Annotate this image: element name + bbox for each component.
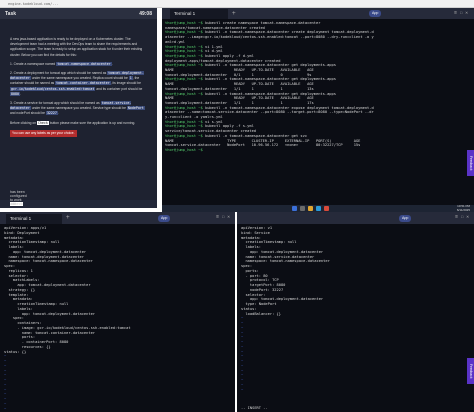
task-description: A new java-based application is ready to… xyxy=(0,19,157,138)
command-text: kubectl -n tomcat-namespace-datacenter g… xyxy=(202,133,308,138)
window-controls-icon[interactable]: ≡ ☐ ✕ xyxy=(455,212,469,224)
service-type-code: NodePort xyxy=(126,106,145,111)
editor-right-window[interactable]: App ≡ ☐ ✕ apiVersion: v1 kind: Service met… xyxy=(237,212,474,412)
command-text: kubectl -n tomcat-namespace-datacenter g… xyxy=(202,63,336,68)
new-tab-icon[interactable]: + xyxy=(232,8,236,19)
footer-suffix: has been configured to work with xyxy=(10,190,27,206)
shell-prompt: thor@jump_host ~$ xyxy=(165,53,203,58)
shell-prompt: thor@jump_host ~$ xyxy=(165,124,203,129)
task-intro: A new java-based application is ready to… xyxy=(10,37,143,57)
task-header: Task 49:08 xyxy=(0,8,157,19)
command-text: vi d.yml xyxy=(202,49,223,54)
namespace-code: tomcat-namespace-datacenter xyxy=(56,61,112,66)
terminal-top-output[interactable]: thor@jump_host ~$ kubectl create namespa… xyxy=(162,19,474,153)
task-check-instructions: Before clicking on Check button please m… xyxy=(10,120,136,125)
command-text: vi s.yml xyxy=(202,119,223,124)
taskbar-clock[interactable]: 10:51 PM 6/11/2025 xyxy=(457,204,470,212)
tab-terminal-1[interactable]: Terminal 1 xyxy=(6,214,62,224)
editor-right-tabbar: App ≡ ☐ ✕ xyxy=(237,212,474,224)
check-button-ref: Check xyxy=(36,120,49,125)
editor-left-tabbar: Terminal 1 + App ≡ ☐ ✕ xyxy=(0,212,235,224)
windows-start-icon[interactable] xyxy=(292,206,297,211)
task-step-2: 2. Create a deployment for tomcat app wh… xyxy=(10,71,144,96)
command-text: vi 1.yml xyxy=(202,44,223,49)
shell-prompt: thor@jump_host ~$ xyxy=(165,30,203,35)
task-step-1: 1. Create a namespace named tomcat-names… xyxy=(10,61,113,66)
task-note: You can use any labels as per your choic… xyxy=(10,129,77,138)
command-text xyxy=(203,148,205,152)
file-explorer-icon[interactable] xyxy=(308,206,313,211)
task-title: Task xyxy=(5,10,17,17)
browser-icon[interactable] xyxy=(316,206,321,211)
image-code: gcr.io/kodekloud/centos-ssh-enabled:tomc… xyxy=(10,86,96,91)
new-tab-icon[interactable]: + xyxy=(66,212,70,224)
feedback-button[interactable]: Feedback xyxy=(467,150,474,176)
port-code: 8080 xyxy=(10,91,20,96)
app-button[interactable]: App xyxy=(158,215,171,222)
shell-prompt: thor@jump_host ~$ xyxy=(165,147,203,152)
terminal-line: thor@jump_host ~$ xyxy=(165,148,471,153)
command-text: kubectl -n tomcat-namespace-datacenter e… xyxy=(202,105,374,110)
terminal-top-window[interactable]: Terminal 1 + App ≡ ☐ ✕ thor@jump_host ~$… xyxy=(162,8,474,205)
editor-left-window[interactable]: Terminal 1 + App ≡ ☐ ✕ apiVersion: apps/… xyxy=(0,212,235,412)
task-timer: 49:08 xyxy=(139,10,152,17)
feedback-button[interactable]: Feedback xyxy=(467,358,474,384)
command-text: kubectl -n tomcat-namespace-datacenter g… xyxy=(202,77,336,82)
shell-prompt: thor@jump_host ~$ xyxy=(165,133,203,138)
command-text: kubectl create namespace tomcat-namespac… xyxy=(202,21,321,25)
window-controls-icon[interactable]: ≡ ☐ ✕ xyxy=(454,8,468,19)
search-icon[interactable] xyxy=(300,206,305,211)
task-footer: Note: kubectl has been configured to wor… xyxy=(0,190,157,208)
app-icon[interactable] xyxy=(324,206,329,211)
taskbar: 10:51 PM 6/11/2025 xyxy=(162,204,474,212)
tab-terminal-1[interactable]: Terminal 1 xyxy=(170,9,228,19)
nodeport-code: 32227 xyxy=(45,111,58,116)
editor-right-content[interactable]: apiVersion: v1 kind: Service metadata: cre… xyxy=(237,224,474,392)
shell-prompt: thor@jump_host ~$ xyxy=(165,21,203,25)
vim-status-line: -- INSERT -- xyxy=(241,406,268,410)
shell-prompt: thor@jump_host ~$ xyxy=(165,105,203,110)
app-button[interactable]: App xyxy=(399,215,412,222)
shell-prompt: thor@jump_host ~$ xyxy=(165,91,203,96)
browser-url[interactable]: engine.kodekloud.com/... xyxy=(8,0,59,8)
window-controls-icon[interactable]: ≡ ☐ ✕ xyxy=(216,212,230,224)
task-step-3: 3. Create a service for tomcat app which… xyxy=(10,101,145,116)
command-text: kubectl apply -f d.yml xyxy=(202,53,254,58)
shell-prompt: thor@jump_host ~$ xyxy=(165,63,203,68)
command-text: kubectl -n tomcat-namespace-datacenter g… xyxy=(202,91,336,96)
shell-prompt: thor@jump_host ~$ xyxy=(165,49,203,54)
command-text: kubectl -n tomcat-namespace-datacenter c… xyxy=(202,30,374,35)
vim-empty-line: ~ xyxy=(241,387,244,392)
command-text: kubectl apply -f s.yml xyxy=(202,124,254,129)
shell-prompt: thor@jump_host ~$ xyxy=(165,77,203,82)
shell-prompt: thor@jump_host ~$ xyxy=(165,119,203,124)
browser-address-bar[interactable]: engine.kodekloud.com/... xyxy=(0,0,474,8)
terminal-top-tabbar: Terminal 1 + App ≡ ☐ ✕ xyxy=(162,8,474,19)
container-name-code: tomcat-container-datacenter xyxy=(55,81,111,86)
shell-prompt: thor@jump_host ~$ xyxy=(165,44,203,49)
app-button[interactable]: App xyxy=(369,10,382,17)
task-panel: Task 49:08 A new java-based application … xyxy=(0,8,157,208)
editor-left-content[interactable]: apiVersion: apps/v1 kind: Deployment metad… xyxy=(0,224,235,412)
